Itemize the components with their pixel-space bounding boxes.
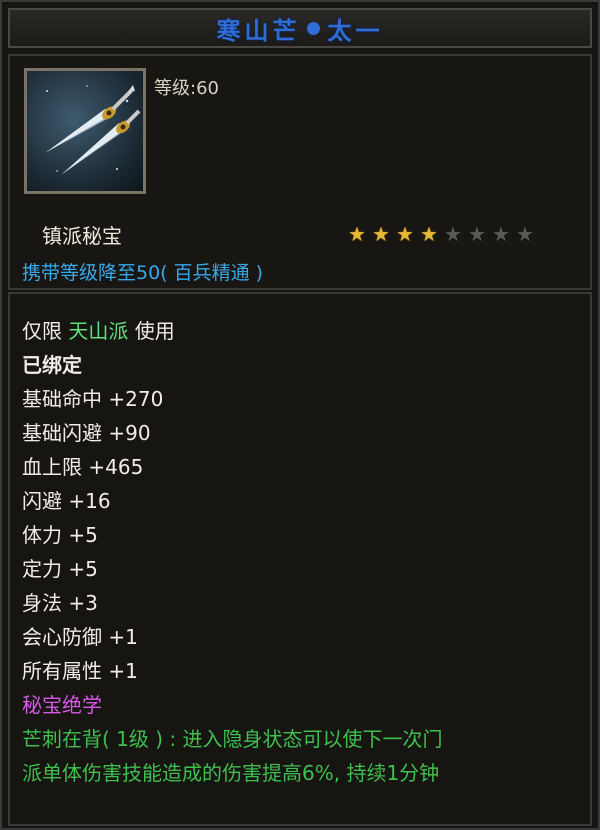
star-empty-icon: ★ [468,222,486,246]
attribute-value: +465 [88,455,144,479]
restriction-suffix: 使用 [134,319,175,343]
item-title-bar: 寒山芒 太一 [8,8,592,48]
item-attributes-box: 仅限 天山派 使用 已绑定 基础命中 +270 基础闪避 +90 血上限 +46… [8,292,592,826]
item-name-suffix: 太一 [327,16,384,45]
sect-restriction: 仅限 天山派 使用 [22,314,582,348]
attribute-value: +1 [108,659,138,683]
title-separator-dot [306,21,320,35]
attribute-value: +5 [68,523,98,547]
star-rating: ★ ★ ★ ★ ★ ★ ★ ★ [346,224,536,244]
skill-description-line-1: 芒刺在背( 1级 ) : 进入隐身状态可以使下一次门 [22,727,443,751]
carry-level-text: 携带等级降至50( 百兵精通 ) [22,262,264,284]
attribute-row: 身法 +3 [22,586,582,620]
attribute-label: 定力 [22,557,62,581]
item-tooltip-panel: 寒山芒 太一 等级:60 镇派秘宝 ★ ★ ★ ★ ★ ★ ★ ★ 携带等级降至… [0,0,600,830]
star-empty-icon: ★ [444,222,462,246]
attribute-label: 所有属性 [22,659,102,683]
star-empty-icon: ★ [516,222,534,246]
star-filled-icon: ★ [348,222,366,246]
star-empty-icon: ★ [492,222,510,246]
item-category: 镇派秘宝 [42,224,122,248]
attribute-value: +3 [68,591,98,615]
attribute-value: +16 [68,489,111,513]
attribute-label: 身法 [22,591,62,615]
attribute-row: 会心防御 +1 [22,620,582,654]
skill-header: 秘宝绝学 [22,693,102,717]
attribute-row: 所有属性 +1 [22,654,582,688]
restriction-prefix: 仅限 [22,319,62,343]
star-filled-icon: ★ [420,222,438,246]
attribute-row: 定力 +5 [22,552,582,586]
attribute-value: +90 [108,421,151,445]
attribute-label: 体力 [22,523,62,547]
attribute-label: 基础命中 [22,387,102,411]
bound-status: 已绑定 [22,353,82,377]
attribute-row: 体力 +5 [22,518,582,552]
attribute-row: 基础命中 +270 [22,382,582,416]
attribute-value: +1 [108,625,138,649]
star-filled-icon: ★ [396,222,414,246]
item-header-box: 等级:60 镇派秘宝 ★ ★ ★ ★ ★ ★ ★ ★ 携带等级降至50( 百兵精通 ) [8,54,592,290]
twin-blades-icon[interactable] [24,68,146,194]
attribute-label: 基础闪避 [22,421,102,445]
attribute-row: 血上限 +465 [22,450,582,484]
attribute-value: +5 [68,557,98,581]
attribute-value: +270 [108,387,164,411]
item-name: 寒山芒 [216,16,301,45]
attribute-label: 闪避 [22,489,62,513]
restriction-sect: 天山派 [68,319,129,343]
skill-description-line-2: 派单体伤害技能造成的伤害提高6%, 持续1分钟 [22,761,440,785]
star-filled-icon: ★ [372,222,390,246]
attribute-label: 会心防御 [22,625,102,649]
item-level: 等级:60 [154,78,219,99]
attribute-row: 闪避 +16 [22,484,582,518]
attribute-label: 血上限 [22,455,82,479]
attribute-row: 基础闪避 +90 [22,416,582,450]
